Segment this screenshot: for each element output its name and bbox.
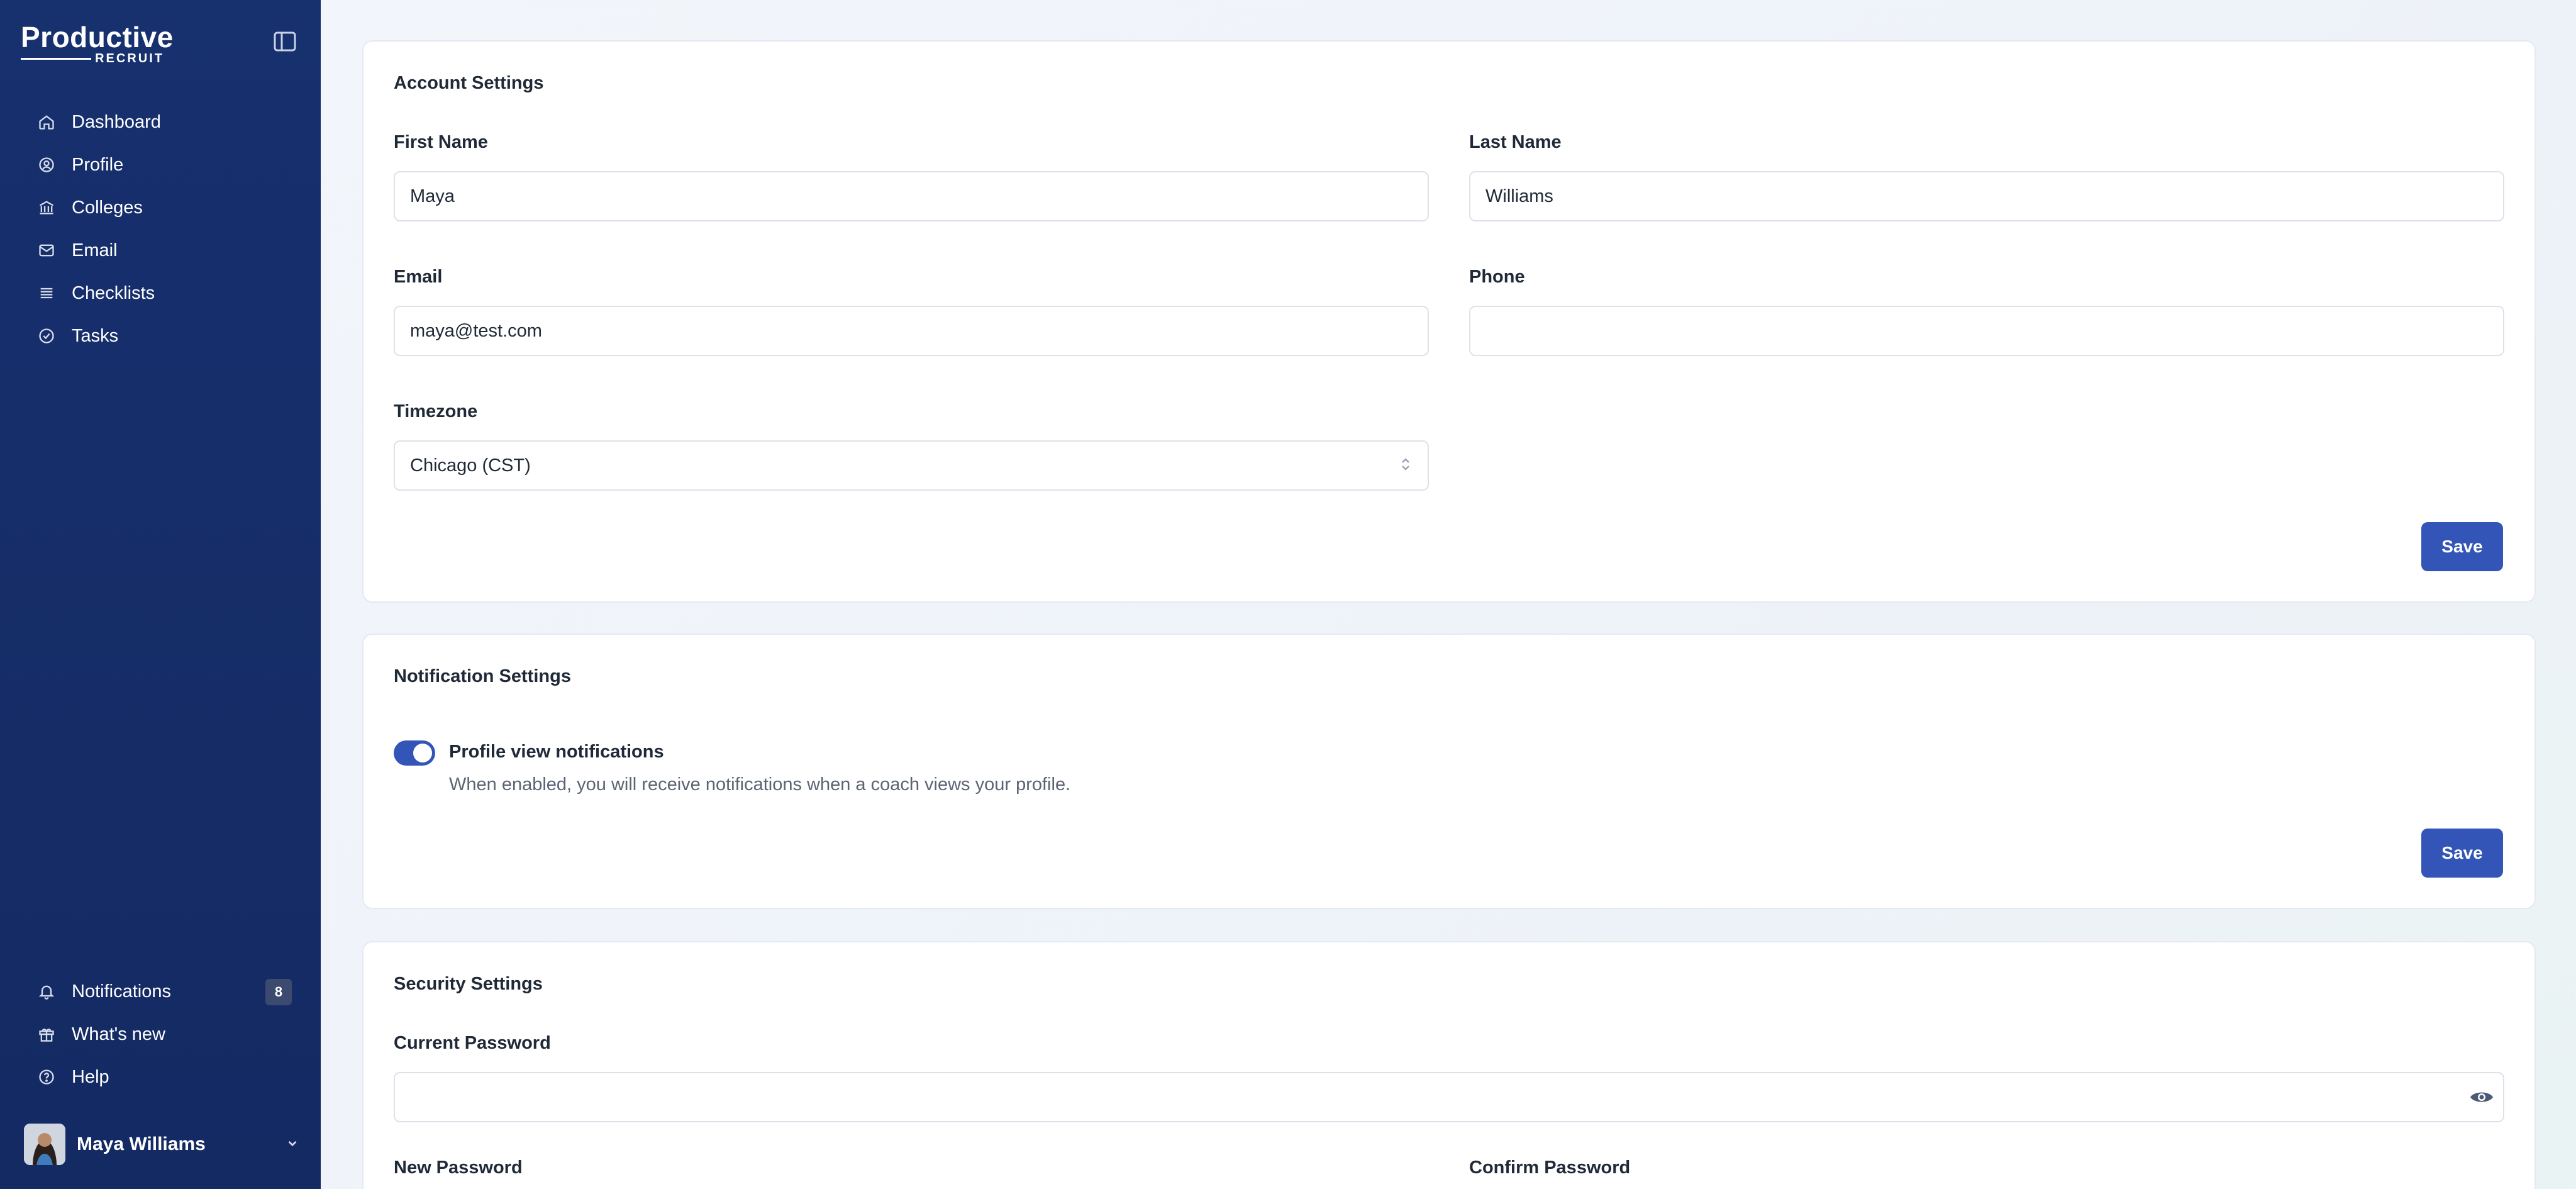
security-settings-card: Security Settings Current Password New P… bbox=[362, 941, 2536, 1189]
sidebar-item-whats-new[interactable]: What's new bbox=[0, 1013, 321, 1056]
sidebar-item-label: Checklists bbox=[72, 282, 155, 303]
card-title: Security Settings bbox=[394, 974, 543, 994]
sidebar-toggle-icon[interactable] bbox=[273, 30, 297, 53]
help-circle-icon bbox=[36, 1067, 57, 1087]
user-circle-icon bbox=[36, 155, 57, 175]
logo[interactable]: Productive RECRUIT bbox=[21, 21, 174, 65]
sidebar-item-help[interactable]: Help bbox=[0, 1056, 321, 1098]
logo-name: Productive bbox=[21, 21, 174, 53]
sidebar-item-label: Colleges bbox=[72, 197, 143, 218]
account-save-button[interactable]: Save bbox=[2421, 522, 2503, 571]
gift-icon bbox=[36, 1024, 57, 1044]
timezone-select[interactable]: Chicago (CST) bbox=[394, 440, 1429, 491]
first-name-input[interactable] bbox=[394, 171, 1429, 221]
notification-settings-card: Notification Settings Profile view notif… bbox=[362, 634, 2536, 909]
new-password-label: New Password bbox=[394, 1158, 523, 1178]
first-name-label: First Name bbox=[394, 132, 488, 152]
sidebar-item-dashboard[interactable]: Dashboard bbox=[0, 101, 321, 143]
user-menu[interactable]: Maya Williams bbox=[24, 1124, 301, 1165]
avatar bbox=[24, 1124, 65, 1165]
phone-field[interactable] bbox=[1469, 306, 2504, 356]
sidebar-item-email[interactable]: Email bbox=[0, 229, 321, 272]
sidebar-item-checklists[interactable]: Checklists bbox=[0, 272, 321, 315]
sidebar-nav: Dashboard Profile Colleges Email Checkli… bbox=[0, 101, 321, 357]
notification-save-button[interactable]: Save bbox=[2421, 829, 2503, 878]
phone-label: Phone bbox=[1469, 267, 1525, 287]
last-name-label: Last Name bbox=[1469, 132, 1562, 152]
select-arrows-icon bbox=[1399, 455, 1413, 477]
current-password-label: Current Password bbox=[394, 1033, 551, 1053]
sidebar-item-tasks[interactable]: Tasks bbox=[0, 315, 321, 357]
bell-icon bbox=[36, 981, 57, 1002]
card-title: Account Settings bbox=[394, 73, 544, 93]
building-icon bbox=[36, 198, 57, 218]
sidebar-item-label: Notifications bbox=[72, 981, 171, 1002]
chevron-down-icon[interactable] bbox=[284, 1135, 301, 1154]
logo-sub: RECRUIT bbox=[95, 52, 164, 65]
toggle-knob bbox=[413, 744, 432, 762]
sidebar-item-profile[interactable]: Profile bbox=[0, 143, 321, 186]
current-password-input[interactable] bbox=[394, 1072, 2504, 1122]
check-circle-icon bbox=[36, 326, 57, 346]
card-title: Notification Settings bbox=[394, 666, 571, 686]
sidebar-item-label: Tasks bbox=[72, 325, 119, 346]
sidebar-item-notifications[interactable]: Notifications 8 bbox=[0, 970, 321, 1013]
sidebar-item-colleges[interactable]: Colleges bbox=[0, 186, 321, 229]
email-field[interactable] bbox=[394, 306, 1429, 356]
eye-icon[interactable] bbox=[2469, 1088, 2494, 1109]
mail-icon bbox=[36, 240, 57, 260]
account-settings-card: Account Settings First Name Last Name Em… bbox=[362, 40, 2536, 603]
sidebar-item-label: What's new bbox=[72, 1024, 165, 1044]
toggle-description: When enabled, you will receive notificat… bbox=[449, 774, 1071, 795]
sidebar-bottom-nav: Notifications 8 What's new Help bbox=[0, 970, 321, 1098]
email-label: Email bbox=[394, 267, 443, 287]
profile-view-toggle[interactable] bbox=[394, 740, 435, 766]
sidebar-item-label: Email bbox=[72, 240, 118, 260]
list-icon bbox=[36, 283, 57, 303]
logo-underline bbox=[21, 58, 91, 60]
toggle-label: Profile view notifications bbox=[449, 742, 664, 762]
sidebar-item-label: Help bbox=[72, 1066, 109, 1087]
sidebar: Productive RECRUIT Dashboard Profile Col… bbox=[0, 0, 321, 1189]
last-name-input[interactable] bbox=[1469, 171, 2504, 221]
timezone-value: Chicago (CST) bbox=[410, 455, 531, 476]
sidebar-item-label: Dashboard bbox=[72, 111, 161, 132]
notification-count-badge: 8 bbox=[265, 979, 292, 1005]
sidebar-item-label: Profile bbox=[72, 154, 124, 175]
timezone-label: Timezone bbox=[394, 401, 478, 421]
user-name: Maya Williams bbox=[77, 1134, 206, 1154]
home-icon bbox=[36, 112, 57, 132]
confirm-password-label: Confirm Password bbox=[1469, 1158, 1631, 1178]
